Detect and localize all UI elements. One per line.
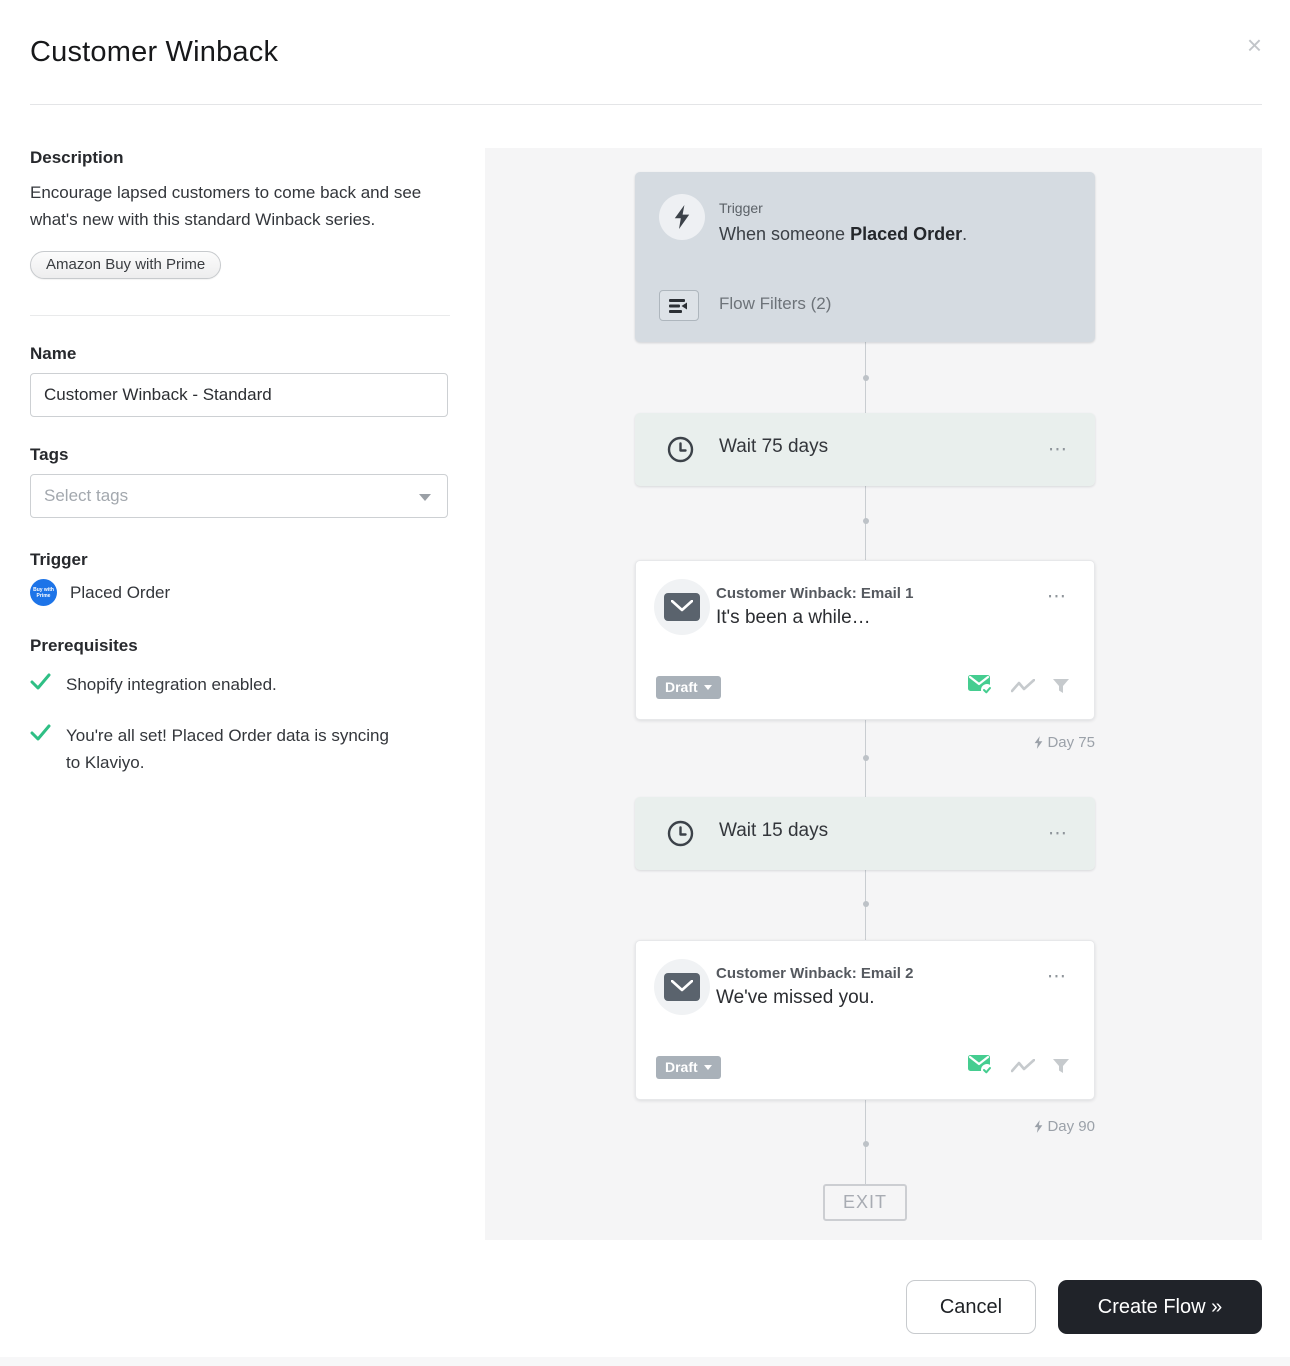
trigger-row: Buy with Prime Placed Order — [30, 579, 450, 606]
analytics-icon[interactable] — [1011, 679, 1035, 693]
amazon-buy-with-prime-badge: Amazon Buy with Prime — [30, 251, 221, 279]
prerequisite-text: You're all set! Placed Order data is syn… — [66, 722, 396, 776]
email-icon — [664, 973, 700, 1001]
connector-dot — [863, 755, 869, 761]
wait-step-label: Wait 75 days — [719, 436, 828, 458]
status-label: Draft — [665, 679, 698, 695]
lightning-icon — [1034, 1120, 1043, 1133]
check-icon — [30, 673, 51, 691]
more-options-icon[interactable]: ⋯ — [1048, 440, 1069, 459]
day-marker: Day 75 — [1034, 734, 1095, 751]
clock-icon — [667, 436, 694, 463]
lightning-icon — [659, 194, 705, 240]
flow-preview-panel: Trigger When someone Placed Order. Flow … — [485, 148, 1262, 1240]
buy-with-prime-icon: Buy with Prime — [30, 579, 57, 606]
flow-filters-link[interactable]: Flow Filters (2) — [719, 294, 831, 314]
create-flow-modal: Customer Winback × Description Encourage… — [0, 0, 1290, 1366]
more-options-icon[interactable]: ⋯ — [1047, 967, 1068, 986]
email-step-subject: It's been a while… — [716, 607, 871, 629]
wait-step-card[interactable]: Wait 15 days ⋯ — [635, 797, 1095, 870]
prerequisite-text: Shopify integration enabled. — [66, 671, 277, 698]
header-divider — [30, 104, 1262, 105]
trigger-text-metric: Placed Order — [850, 224, 962, 244]
left-column: Description Encourage lapsed customers t… — [30, 148, 450, 776]
email-status-icon — [968, 675, 994, 697]
prerequisites-label: Prerequisites — [30, 636, 450, 656]
trigger-card-text: When someone Placed Order. — [719, 224, 967, 245]
name-label: Name — [30, 344, 450, 364]
status-badge[interactable]: Draft — [656, 1056, 721, 1079]
email-icon-halo — [654, 579, 710, 635]
section-divider — [30, 315, 450, 316]
filter-icon[interactable] — [1052, 1058, 1070, 1075]
chevron-down-icon — [704, 685, 712, 690]
chevron-down-icon — [704, 1065, 712, 1070]
status-badge[interactable]: Draft — [656, 676, 721, 699]
email-step-title: Customer Winback: Email 1 — [716, 585, 913, 602]
trigger-text-suffix: . — [962, 224, 967, 244]
email-card-icons — [968, 1055, 1070, 1077]
email-status-icon — [968, 1055, 994, 1077]
trigger-label: Trigger — [30, 550, 450, 570]
connector-dot — [863, 375, 869, 381]
description-label: Description — [30, 148, 450, 168]
trigger-value: Placed Order — [70, 583, 170, 603]
email-step-card[interactable]: Customer Winback: Email 2 We've missed y… — [635, 940, 1095, 1100]
flow-name-input[interactable] — [30, 373, 448, 417]
prerequisite-item: You're all set! Placed Order data is syn… — [30, 722, 450, 776]
connector-dot — [863, 1141, 869, 1147]
more-options-icon[interactable]: ⋯ — [1048, 824, 1069, 843]
email-step-subject: We've missed you. — [716, 987, 875, 1009]
cancel-button[interactable]: Cancel — [906, 1280, 1036, 1334]
wait-step-card[interactable]: Wait 75 days ⋯ — [635, 413, 1095, 486]
filter-icon[interactable] — [1052, 678, 1070, 695]
connector-dot — [863, 518, 869, 524]
chip-line2: Prime — [37, 593, 51, 599]
tags-placeholder: Select tags — [44, 486, 128, 506]
email-step-card[interactable]: Customer Winback: Email 1 It's been a wh… — [635, 560, 1095, 720]
description-text: Encourage lapsed customers to come back … — [30, 179, 440, 233]
status-label: Draft — [665, 1059, 698, 1075]
email-step-title: Customer Winback: Email 2 — [716, 965, 913, 982]
tags-label: Tags — [30, 445, 450, 465]
check-icon — [30, 724, 51, 742]
email-card-icons — [968, 675, 1070, 697]
trigger-text-prefix: When someone — [719, 224, 850, 244]
tags-select[interactable]: Select tags — [30, 474, 448, 518]
page-title: Customer Winback — [30, 36, 278, 69]
chevron-down-icon — [419, 494, 431, 501]
connector-dot — [863, 901, 869, 907]
create-flow-button[interactable]: Create Flow » — [1058, 1280, 1262, 1334]
clock-icon — [667, 820, 694, 847]
flow-filters-icon[interactable] — [659, 290, 699, 321]
trigger-card-label: Trigger — [719, 200, 763, 216]
lightning-icon — [1034, 736, 1043, 749]
day-marker-text: Day 90 — [1047, 1118, 1095, 1135]
email-icon-halo — [654, 959, 710, 1015]
day-marker-text: Day 75 — [1047, 734, 1095, 751]
wait-step-label: Wait 15 days — [719, 820, 828, 842]
analytics-icon[interactable] — [1011, 1059, 1035, 1073]
day-marker: Day 90 — [1034, 1118, 1095, 1135]
flow-trigger-card[interactable]: Trigger When someone Placed Order. Flow … — [635, 172, 1095, 342]
page-background-strip — [0, 1357, 1290, 1366]
more-options-icon[interactable]: ⋯ — [1047, 587, 1068, 606]
email-icon — [664, 593, 700, 621]
close-icon[interactable]: × — [1247, 32, 1262, 58]
exit-node[interactable]: EXIT — [823, 1184, 907, 1221]
prerequisite-item: Shopify integration enabled. — [30, 671, 450, 698]
